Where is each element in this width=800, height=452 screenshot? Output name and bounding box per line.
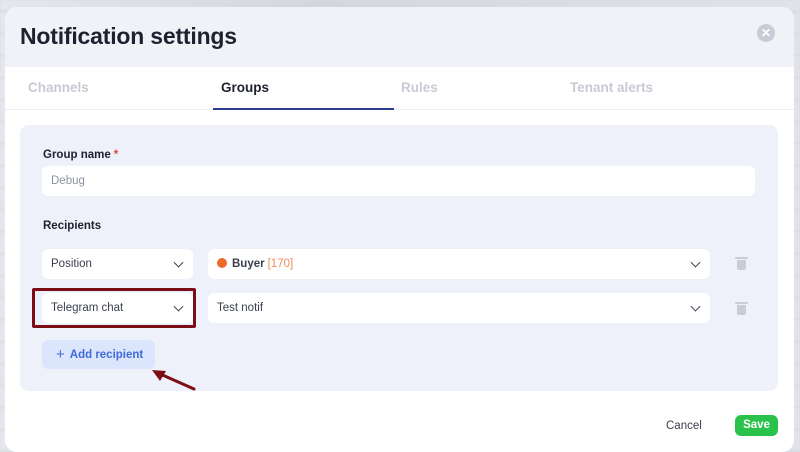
notification-settings-dialog: Notification settings ✕ Channels Groups … xyxy=(5,7,794,452)
annotation-arrow-icon xyxy=(152,370,196,391)
chevron-down-icon xyxy=(173,257,184,268)
tab-channels[interactable]: Channels xyxy=(28,67,89,110)
required-mark: * xyxy=(113,149,119,161)
recipient-type-value: Position xyxy=(51,258,92,270)
recipient-value-select[interactable]: Test notif xyxy=(208,293,710,323)
tab-tenant-alerts[interactable]: Tenant alerts xyxy=(570,67,653,110)
cancel-button[interactable]: Cancel xyxy=(666,416,702,436)
dialog-header: Notification settings ✕ xyxy=(5,7,794,67)
highlight-box xyxy=(32,288,196,328)
group-name-input[interactable]: Debug xyxy=(42,166,755,196)
recipient-type-select[interactable]: Position xyxy=(42,249,193,279)
close-icon[interactable]: ✕ xyxy=(757,24,775,42)
plus-icon: + xyxy=(56,346,65,363)
group-name-value: Debug xyxy=(51,175,85,187)
tab-rules[interactable]: Rules xyxy=(401,67,438,110)
recipients-label: Recipients xyxy=(43,220,102,232)
tab-groups[interactable]: Groups xyxy=(221,67,269,110)
recipient-value: Test notif xyxy=(217,302,264,314)
group-name-label-text: Group name xyxy=(43,149,111,161)
trash-icon[interactable] xyxy=(735,302,748,315)
trash-icon[interactable] xyxy=(735,257,748,270)
position-color-dot xyxy=(217,258,227,268)
add-recipient-button[interactable]: + Add recipient xyxy=(42,340,155,369)
recipient-value: Buyer [170] xyxy=(217,249,293,279)
chevron-down-icon xyxy=(690,301,701,312)
tab-bar: Channels Groups Rules Tenant alerts xyxy=(5,67,794,110)
position-count: [170] xyxy=(267,258,294,270)
add-recipient-label: Add recipient xyxy=(69,349,144,361)
recipient-value-select[interactable]: Buyer [170] xyxy=(208,249,710,279)
position-name: Buyer xyxy=(232,258,265,270)
active-tab-indicator xyxy=(213,108,394,110)
group-name-label: Group name * xyxy=(43,149,118,161)
save-button[interactable]: Save xyxy=(735,415,778,436)
dialog-title: Notification settings xyxy=(20,23,237,49)
chevron-down-icon xyxy=(690,257,701,268)
